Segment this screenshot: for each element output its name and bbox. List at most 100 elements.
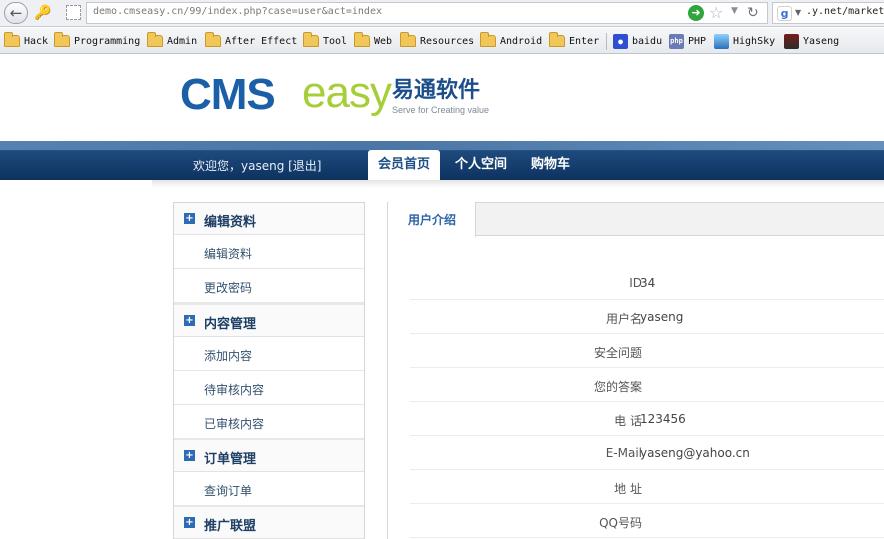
bookmarks-bar: Hack Programming Admin After Effect Tool… [0, 28, 884, 54]
baidu-paw-icon: ● [613, 33, 628, 49]
sidebar-group-content[interactable]: + 内容管理 [174, 305, 364, 337]
star-icon[interactable]: ☆ [709, 3, 723, 23]
tab-member-home[interactable]: 会员首页 [368, 150, 441, 180]
url-bar[interactable]: demo.cmseasy.cn/99/index.php?case=user&a… [86, 2, 768, 24]
sidebar-item-pending-content[interactable]: 待审核内容 [174, 371, 364, 405]
info-row-email: E-Mail yaseng@yahoo.cn [410, 436, 884, 470]
bookmark-baidu[interactable]: ● baidu [613, 33, 662, 49]
dropdown-icon[interactable]: ▼ [731, 6, 738, 16]
info-value: 123456 [640, 412, 686, 426]
address-toolbar: ← 🔑 demo.cmseasy.cn/99/index.php?case=us… [0, 0, 884, 27]
tab-label: 用户介绍 [408, 213, 457, 227]
bookmark-enter[interactable]: Enter [549, 32, 600, 49]
info-label: 您的答案 [593, 380, 642, 394]
sidebar-group-title: 编辑资料 [204, 215, 257, 230]
info-label: 电 话 [614, 414, 642, 428]
folder-icon [4, 32, 20, 47]
bookmark-android[interactable]: Android [480, 32, 542, 49]
bookmark-label: Enter [569, 35, 600, 47]
back-icon[interactable]: ← [4, 2, 28, 24]
folder-icon [480, 32, 496, 47]
bookmark-label: After Effect [225, 35, 298, 47]
nav-highlight [0, 141, 884, 150]
search-input[interactable]: g ▼ .y.net/market, [772, 2, 884, 24]
folder-icon [303, 32, 319, 47]
sidebar-item-change-password[interactable]: 更改密码 [174, 269, 364, 303]
reload-icon[interactable]: ↻ [747, 4, 759, 22]
expand-icon: + [184, 213, 195, 224]
bookmark-label: baidu [632, 35, 663, 47]
tab-shopping-cart[interactable]: 购物车 [521, 150, 580, 180]
logo-tagline: Serve for Creating value [392, 105, 490, 115]
highsky-icon [714, 33, 729, 49]
sidebar-group-orders[interactable]: + 订单管理 [174, 440, 364, 472]
key-icon[interactable]: 🔑 [34, 4, 52, 22]
bookmark-php[interactable]: php PHP [669, 33, 706, 49]
expand-icon: + [184, 450, 195, 461]
tab-personal-space[interactable]: 个人空间 [445, 150, 517, 180]
logo-easy: easy [302, 68, 392, 117]
folder-icon [354, 32, 370, 47]
expand-icon: + [184, 517, 195, 528]
sidebar-group-title: 订单管理 [204, 452, 257, 467]
yaseng-icon [784, 33, 799, 49]
bookmark-label: Programming [74, 35, 141, 47]
sidebar-item-label: 待审核内容 [204, 383, 265, 397]
logo-cms: CMS [180, 70, 276, 119]
info-row-security-answer: 您的答案 [410, 368, 884, 402]
sidebar-group-affiliate[interactable]: + 推广联盟 [174, 507, 364, 539]
bookmark-tool[interactable]: Tool [303, 32, 348, 49]
welcome-text[interactable]: 欢迎您，yaseng [退出] [193, 157, 322, 174]
info-row-security-question: 安全问题 [410, 334, 884, 368]
bookmark-hack[interactable]: Hack [4, 32, 49, 49]
info-row-address: 地 址 [410, 470, 884, 504]
tab-user-intro[interactable]: 用户介绍 [388, 202, 476, 237]
bookmark-label: Admin [167, 35, 198, 47]
bookmark-label: Web [374, 35, 393, 47]
info-row-username: 用户名 yaseng [410, 300, 884, 334]
sidebar-item-approved-content[interactable]: 已审核内容 [174, 405, 364, 439]
folder-icon [54, 32, 70, 47]
nav-shadow [152, 180, 884, 188]
bookmark-label: Hack [24, 35, 49, 47]
main-nav: 欢迎您，yaseng [退出] 会员首页 个人空间 购物车 [0, 141, 884, 180]
bookmark-resources[interactable]: Resources [400, 32, 475, 49]
sidebar-item-edit-profile[interactable]: 编辑资料 [174, 235, 364, 269]
search-engine-dropdown-icon[interactable]: ▼ [795, 8, 801, 17]
site-header: CMS easy 易通软件 Serve for Creating value [0, 55, 884, 141]
sidebar-item-label: 已审核内容 [204, 417, 265, 431]
page-icon [66, 5, 81, 20]
info-value: yaseng@yahoo.cn [640, 446, 750, 460]
bookmark-programming[interactable]: Programming [54, 32, 141, 49]
bookmark-yaseng[interactable]: Yaseng [784, 33, 839, 49]
sidebar-item-label: 编辑资料 [204, 247, 253, 261]
bookmark-admin[interactable]: Admin [147, 32, 198, 49]
bookmark-highsky[interactable]: HighSky [714, 33, 775, 49]
bookmarks-separator [606, 33, 607, 50]
sidebar-group-title: 推广联盟 [204, 519, 257, 534]
folder-icon [400, 32, 416, 47]
sidebar-group-profile[interactable]: + 编辑资料 [174, 203, 364, 235]
bookmark-label: PHP [688, 35, 707, 47]
info-value: 34 [640, 276, 656, 290]
sidebar-item-add-content[interactable]: 添加内容 [174, 337, 364, 371]
info-row-id: ID 34 [410, 266, 884, 300]
logo-chinese-name: 易通软件 [392, 78, 481, 103]
expand-icon: + [184, 315, 195, 326]
info-value: yaseng [640, 310, 684, 324]
url-text[interactable]: demo.cmseasy.cn/99/index.php?case=user&a… [93, 6, 382, 17]
main-panel: 用户介绍 ID 34 用户名 yaseng 安全问题 您的答案 电 话 1234… [387, 202, 884, 539]
bookmark-web[interactable]: Web [354, 32, 393, 49]
sidebar-item-label: 添加内容 [204, 349, 253, 363]
folder-icon [205, 32, 221, 47]
php-icon: php [669, 33, 684, 49]
folder-icon [549, 32, 565, 47]
search-text[interactable]: .y.net/market, [806, 6, 884, 17]
sidebar: + 编辑资料 编辑资料 更改密码 + 内容管理 添加内容 待审核内容 已审核内容… [173, 202, 365, 539]
bookmark-label: Resources [420, 35, 475, 47]
google-icon[interactable]: g [777, 6, 792, 21]
bookmark-after-effect[interactable]: After Effect [205, 32, 298, 49]
sidebar-item-query-orders[interactable]: 查询订单 [174, 472, 364, 506]
bookmark-label: Tool [323, 35, 348, 47]
go-icon[interactable]: ➜ [688, 5, 704, 21]
